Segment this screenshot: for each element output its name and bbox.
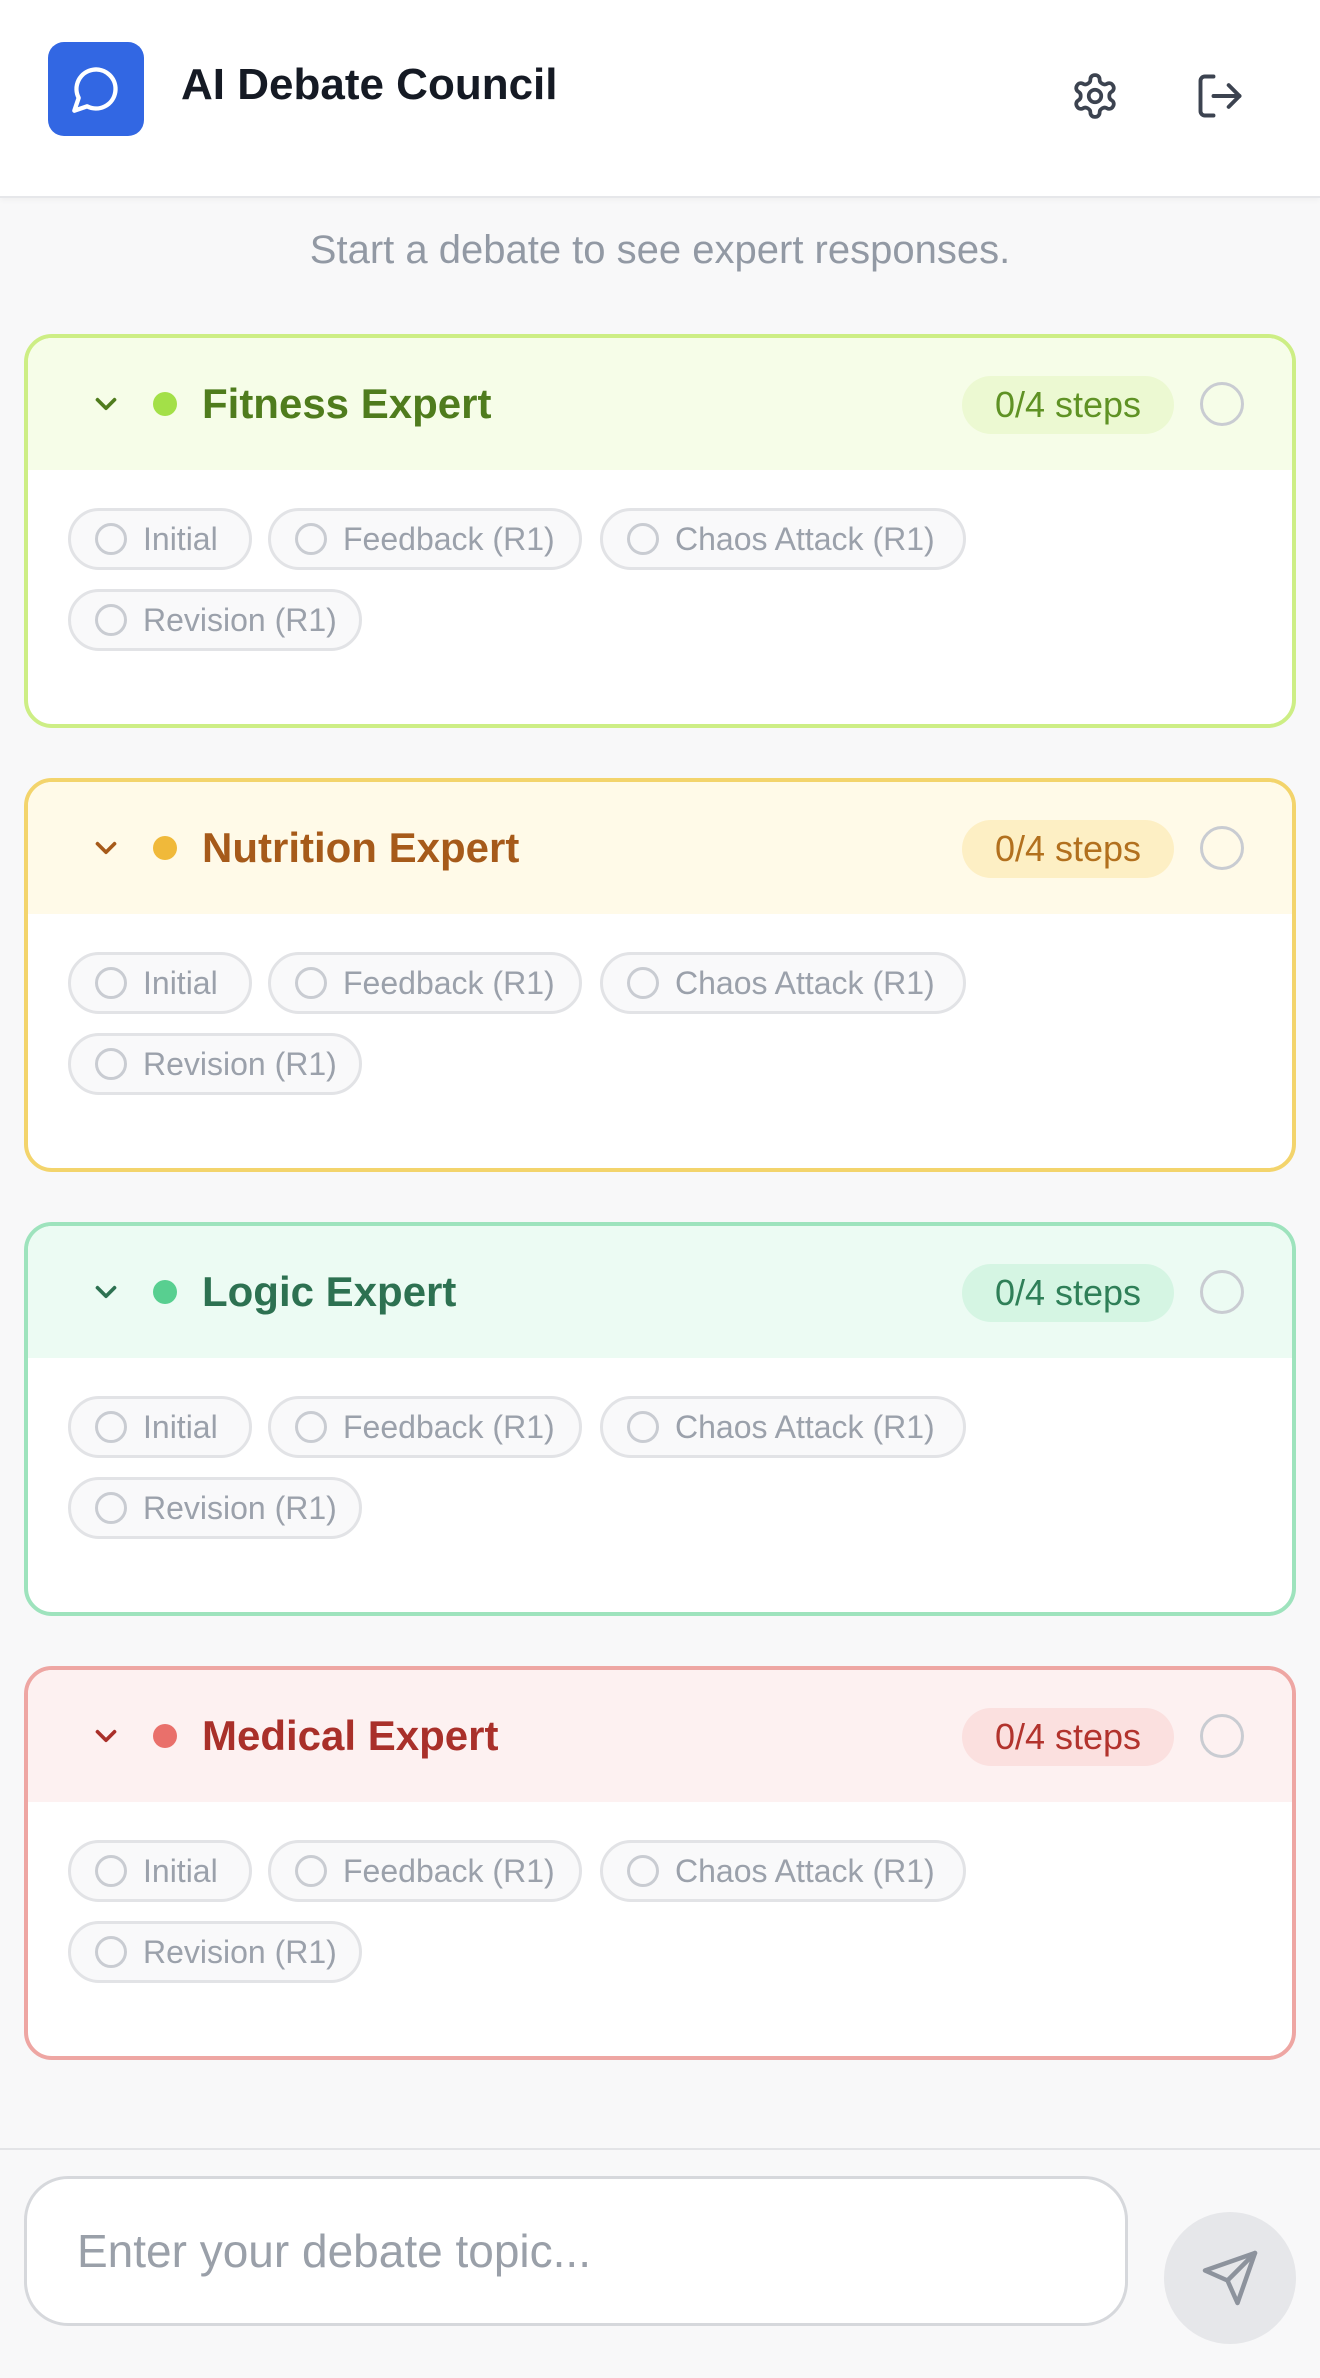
app-header: AI Debate Council — [0, 0, 1320, 198]
empty-state-hint: Start a debate to see expert responses. — [309, 228, 1011, 272]
step-chip-label: Initial — [143, 964, 218, 1001]
expert-card-header[interactable]: Nutrition Expert 0/4 steps — [28, 782, 1292, 914]
step-chip[interactable]: Revision (R1) — [68, 1033, 362, 1095]
pending-circle-icon — [95, 604, 127, 636]
pending-circle-icon — [295, 1855, 327, 1887]
expert-status-circle — [1200, 1714, 1244, 1758]
app-logo — [48, 42, 144, 136]
steps-badge: 0/4 steps — [962, 1708, 1174, 1766]
step-chip[interactable]: Revision (R1) — [68, 1921, 362, 1983]
step-chip-label: Feedback (R1) — [343, 1852, 555, 1889]
step-chip[interactable]: Initial — [68, 1840, 252, 1902]
settings-button[interactable] — [1067, 68, 1123, 124]
step-chip-label: Chaos Attack (R1) — [675, 520, 935, 557]
status-dot — [153, 392, 177, 416]
steps-badge: 0/4 steps — [962, 820, 1174, 878]
step-chip[interactable]: Chaos Attack (R1) — [600, 508, 966, 570]
pending-circle-icon — [627, 1411, 659, 1443]
expert-name: Logic Expert — [202, 1268, 457, 1315]
step-chip-label: Revision (R1) — [143, 1489, 337, 1526]
status-dot — [153, 1724, 177, 1748]
step-chip[interactable]: Feedback (R1) — [268, 1396, 582, 1458]
step-chip-label: Revision (R1) — [143, 601, 337, 638]
pending-circle-icon — [95, 967, 127, 999]
chevron-down-icon[interactable] — [86, 386, 126, 422]
chevron-down-icon[interactable] — [86, 1718, 126, 1754]
step-chip[interactable]: Feedback (R1) — [268, 952, 582, 1014]
expert-status-circle — [1200, 826, 1244, 870]
debate-topic-input[interactable] — [24, 2176, 1128, 2326]
step-chip-label: Chaos Attack (R1) — [675, 964, 935, 1001]
pending-circle-icon — [95, 1936, 127, 1968]
expert-card: Logic Expert 0/4 steps Initial Feedback (… — [24, 1222, 1296, 1616]
send-icon — [1202, 2250, 1258, 2306]
step-chip[interactable]: Initial — [68, 508, 252, 570]
expert-card: Medical Expert 0/4 steps Initial Feedback… — [24, 1666, 1296, 2060]
logout-button[interactable] — [1192, 68, 1248, 124]
chat-bubble-icon — [72, 67, 118, 113]
step-chip-label: Feedback (R1) — [343, 520, 555, 557]
pending-circle-icon — [95, 1048, 127, 1080]
step-chip-label: Initial — [143, 1408, 218, 1445]
expert-name: Fitness Expert — [202, 380, 492, 427]
status-dot — [153, 1280, 177, 1304]
pending-circle-icon — [95, 1855, 127, 1887]
pending-circle-icon — [95, 523, 127, 555]
chevron-down-icon[interactable] — [86, 830, 126, 866]
step-chip-label: Feedback (R1) — [343, 1408, 555, 1445]
pending-circle-icon — [295, 523, 327, 555]
step-chip[interactable]: Chaos Attack (R1) — [600, 1840, 966, 1902]
step-chip-label: Initial — [143, 1852, 218, 1889]
expert-card-header[interactable]: Logic Expert 0/4 steps — [28, 1226, 1292, 1358]
steps-badge: 0/4 steps — [962, 376, 1174, 434]
pending-circle-icon — [295, 1411, 327, 1443]
step-chip-label: Feedback (R1) — [343, 964, 555, 1001]
expert-card: Fitness Expert 0/4 steps Initial Feedback… — [24, 334, 1296, 728]
expert-card-header[interactable]: Medical Expert 0/4 steps — [28, 1670, 1292, 1802]
step-chip[interactable]: Feedback (R1) — [268, 1840, 582, 1902]
step-chip[interactable]: Revision (R1) — [68, 589, 362, 651]
app-title: AI Debate Council — [181, 60, 558, 109]
step-chip[interactable]: Feedback (R1) — [268, 508, 582, 570]
expert-name: Nutrition Expert — [202, 824, 520, 871]
step-chip-label: Initial — [143, 520, 218, 557]
expert-name: Medical Expert — [202, 1712, 499, 1759]
pending-circle-icon — [295, 967, 327, 999]
pending-circle-icon — [95, 1411, 127, 1443]
step-chip-label: Revision (R1) — [143, 1933, 337, 1970]
logout-icon — [1198, 74, 1242, 118]
chevron-down-icon[interactable] — [86, 1274, 126, 1310]
expert-status-circle — [1200, 1270, 1244, 1314]
step-chip-label: Chaos Attack (R1) — [675, 1852, 935, 1889]
step-chip[interactable]: Revision (R1) — [68, 1477, 362, 1539]
pending-circle-icon — [627, 1855, 659, 1887]
pending-circle-icon — [95, 1492, 127, 1524]
pending-circle-icon — [627, 967, 659, 999]
expert-status-circle — [1200, 382, 1244, 426]
expert-card-header[interactable]: Fitness Expert 0/4 steps — [28, 338, 1292, 470]
step-chip[interactable]: Chaos Attack (R1) — [600, 952, 966, 1014]
gear-icon — [1074, 73, 1116, 119]
step-chip[interactable]: Initial — [68, 1396, 252, 1458]
status-dot — [153, 836, 177, 860]
expert-card: Nutrition Expert 0/4 steps Initial Feedba… — [24, 778, 1296, 1172]
step-chip-label: Revision (R1) — [143, 1045, 337, 1082]
step-chip[interactable]: Chaos Attack (R1) — [600, 1396, 966, 1458]
steps-badge: 0/4 steps — [962, 1264, 1174, 1322]
step-chip-label: Chaos Attack (R1) — [675, 1408, 935, 1445]
pending-circle-icon — [627, 523, 659, 555]
composer-bar — [0, 2148, 1320, 2378]
send-button[interactable] — [1164, 2212, 1296, 2344]
step-chip[interactable]: Initial — [68, 952, 252, 1014]
